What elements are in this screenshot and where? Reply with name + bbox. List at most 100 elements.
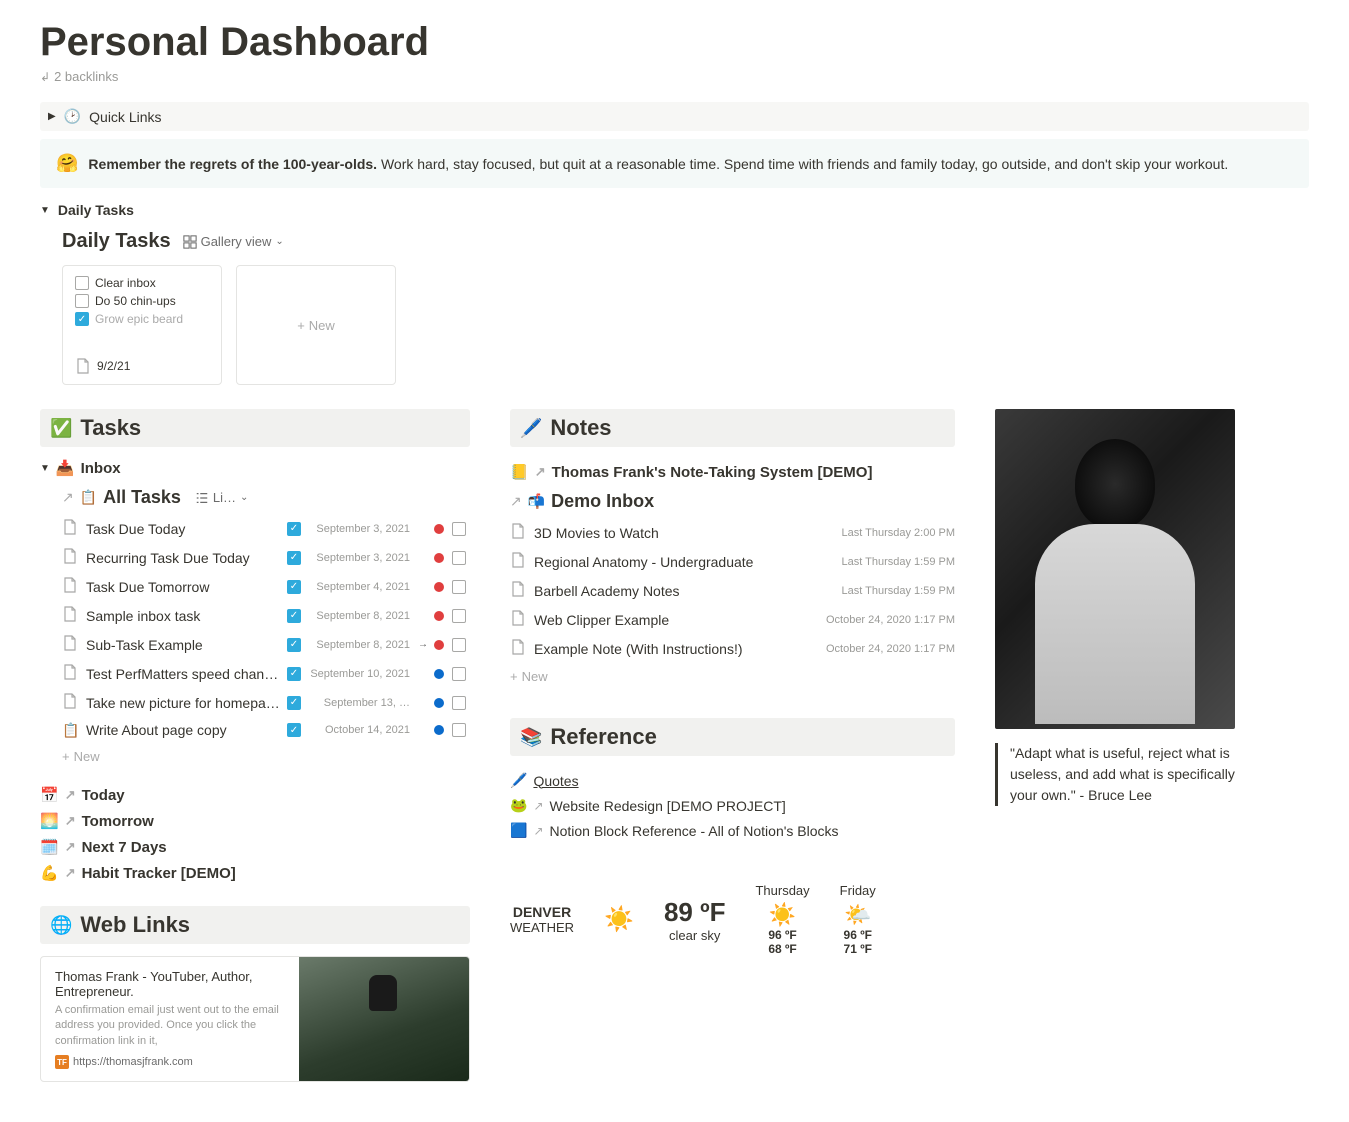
task-row[interactable]: Task Due Tomorrow✓September 4, 2021	[62, 572, 470, 601]
checkbox-icon[interactable]	[452, 609, 466, 623]
weather-city: DENVER	[510, 904, 574, 920]
weather-widget: DENVER WEATHER ☀️ 89 ºF clear sky Thursd…	[510, 883, 955, 956]
checkbox-checked-icon[interactable]: ✓	[287, 580, 301, 594]
priority-dot-icon	[434, 698, 444, 708]
note-row[interactable]: Web Clipper ExampleOctober 24, 2020 1:17…	[510, 605, 955, 634]
quick-link[interactable]: 🌅↗Tomorrow	[40, 808, 470, 834]
quicklink-label: Tomorrow	[82, 813, 154, 830]
reference-link[interactable]: 🟦↗Notion Block Reference - All of Notion…	[510, 818, 955, 843]
note-name: Example Note (With Instructions!)	[534, 641, 826, 657]
daily-tasks-toggle[interactable]: ▼ Daily Tasks	[40, 198, 1309, 222]
checkbox-checked-icon[interactable]: ✓	[287, 522, 301, 536]
priority-dot-icon	[434, 553, 444, 563]
new-task-button[interactable]: + New	[40, 743, 470, 770]
daily-tasks-db-title[interactable]: Daily Tasks	[62, 230, 171, 253]
quick-link[interactable]: 📅↗Today	[40, 782, 470, 808]
gallery-view-label: Gallery view	[201, 234, 272, 249]
notes-system-link[interactable]: 📒 ↗ Thomas Frank's Note-Taking System [D…	[510, 459, 955, 485]
checkbox-icon[interactable]	[452, 580, 466, 594]
card-todo-row[interactable]: ✓ Grow epic beard	[75, 312, 209, 326]
reference-link[interactable]: 🖊️Quotes	[510, 768, 955, 793]
card-todo-row[interactable]: Clear inbox	[75, 276, 209, 290]
priority-dot-icon	[434, 524, 444, 534]
task-date: September 10, 2021	[306, 668, 416, 680]
reference-emoji-icon: 🐸	[510, 797, 527, 814]
quick-link[interactable]: 💪 ↗ Habit Tracker [DEMO]	[40, 860, 470, 886]
task-row[interactable]: Take new picture for homepage bac…✓Septe…	[62, 688, 470, 717]
note-name: Regional Anatomy - Undergraduate	[534, 554, 841, 570]
sun-icon: ☀️	[604, 905, 634, 934]
checkbox-icon[interactable]	[452, 638, 466, 652]
gallery-view-selector[interactable]: Gallery view ⌄	[183, 234, 284, 249]
checkbox-icon[interactable]	[452, 696, 466, 710]
priority-dot-icon	[434, 640, 444, 650]
task-row[interactable]: Sample inbox task✓September 8, 2021	[62, 601, 470, 630]
arrow-ne-icon: ↗	[535, 464, 546, 480]
checkbox-icon[interactable]	[452, 723, 466, 737]
checkbox-checked-icon[interactable]: ✓	[287, 667, 301, 681]
inbox-toggle[interactable]: ▼ 📥 Inbox	[40, 459, 470, 477]
checkbox-icon[interactable]	[452, 667, 466, 681]
task-date: September 13, …	[306, 697, 416, 709]
note-name: 3D Movies to Watch	[534, 525, 841, 541]
reference-label: Notion Block Reference - All of Notion's…	[550, 823, 839, 839]
plus-icon: +	[297, 318, 305, 333]
new-note-button[interactable]: + New	[510, 663, 955, 690]
note-row[interactable]: 3D Movies to WatchLast Thursday 2:00 PM	[510, 518, 955, 547]
plus-icon: +	[62, 749, 70, 764]
quicklink-label: Habit Tracker [DEMO]	[82, 865, 236, 882]
quick-links-toggle[interactable]: ▶ 🕑 Quick Links	[40, 102, 1309, 131]
reference-label: Website Redesign [DEMO PROJECT]	[550, 798, 786, 814]
bookmark-card[interactable]: Thomas Frank - YouTuber, Author, Entrepr…	[40, 956, 470, 1082]
new-card-button[interactable]: + New	[236, 265, 396, 385]
note-row[interactable]: Example Note (With Instructions!)October…	[510, 634, 955, 663]
checkbox-checked-icon[interactable]: ✓	[287, 551, 301, 565]
checkbox-icon[interactable]	[75, 294, 89, 308]
task-row[interactable]: Sub-Task Example✓September 8, 2021→	[62, 630, 470, 659]
checkbox-checked-icon[interactable]: ✓	[287, 638, 301, 652]
task-row[interactable]: 📋Write About page copy✓October 14, 2021	[62, 717, 470, 743]
note-row[interactable]: Barbell Academy NotesLast Thursday 1:59 …	[510, 576, 955, 605]
quicklink-emoji-icon: 📅	[40, 786, 59, 804]
bookmark-title: Thomas Frank - YouTuber, Author, Entrepr…	[55, 969, 285, 999]
page-icon	[62, 577, 86, 596]
checkbox-icon[interactable]	[75, 276, 89, 290]
checkbox-checked-icon[interactable]: ✓	[75, 312, 89, 326]
globe-emoji-icon: 🌐	[50, 915, 72, 936]
pen-emoji-icon: 🖊️	[520, 418, 542, 439]
quick-link[interactable]: 🗓️↗Next 7 Days	[40, 834, 470, 860]
clipboard-emoji-icon: 📋	[80, 489, 97, 506]
checkbox-checked-icon[interactable]: ✓	[287, 723, 301, 737]
arrow-ne-icon: ↗	[65, 813, 76, 829]
quicklink-emoji-icon: 💪	[40, 864, 59, 882]
bookmark-thumbnail	[299, 957, 469, 1081]
daily-task-card[interactable]: Clear inbox Do 50 chin-ups ✓ Grow epic b…	[62, 265, 222, 385]
all-tasks-link[interactable]: All Tasks	[103, 487, 181, 508]
arrow-ne-icon: ↗	[62, 489, 74, 506]
note-row[interactable]: Regional Anatomy - UndergraduateLast Thu…	[510, 547, 955, 576]
sun-icon: ☀️	[755, 902, 809, 928]
task-row[interactable]: Test PerfMatters speed changes✓September…	[62, 659, 470, 688]
checkbox-checked-icon[interactable]: ✓	[287, 696, 301, 710]
backlinks-link[interactable]: ↳ 2 backlinks	[40, 69, 1309, 84]
reference-link[interactable]: 🐸↗Website Redesign [DEMO PROJECT]	[510, 793, 955, 818]
page-icon	[62, 693, 86, 712]
task-row[interactable]: Recurring Task Due Today✓September 3, 20…	[62, 543, 470, 572]
arrow-ne-icon: ↗	[65, 865, 76, 881]
checkbox-icon[interactable]	[452, 522, 466, 536]
task-row[interactable]: Task Due Today✓September 3, 2021	[62, 514, 470, 543]
page-title: Personal Dashboard	[40, 20, 1309, 65]
arrow-ne-icon: ↗	[65, 839, 76, 855]
checkbox-checked-icon[interactable]: ✓	[287, 609, 301, 623]
list-view-selector[interactable]: Li… ⌄	[195, 490, 249, 505]
demo-inbox-link[interactable]: Demo Inbox	[551, 491, 654, 512]
priority-dot-icon	[434, 582, 444, 592]
checkbox-icon[interactable]	[452, 551, 466, 565]
page-icon	[62, 519, 86, 538]
task-name: Task Due Today	[86, 521, 282, 537]
books-emoji-icon: 📚	[520, 727, 542, 748]
card-todo-row[interactable]: Do 50 chin-ups	[75, 294, 209, 308]
current-temp: 89 ºF	[664, 897, 726, 928]
task-name: Write About page copy	[86, 722, 282, 738]
check-emoji-icon: ✅	[50, 418, 72, 439]
